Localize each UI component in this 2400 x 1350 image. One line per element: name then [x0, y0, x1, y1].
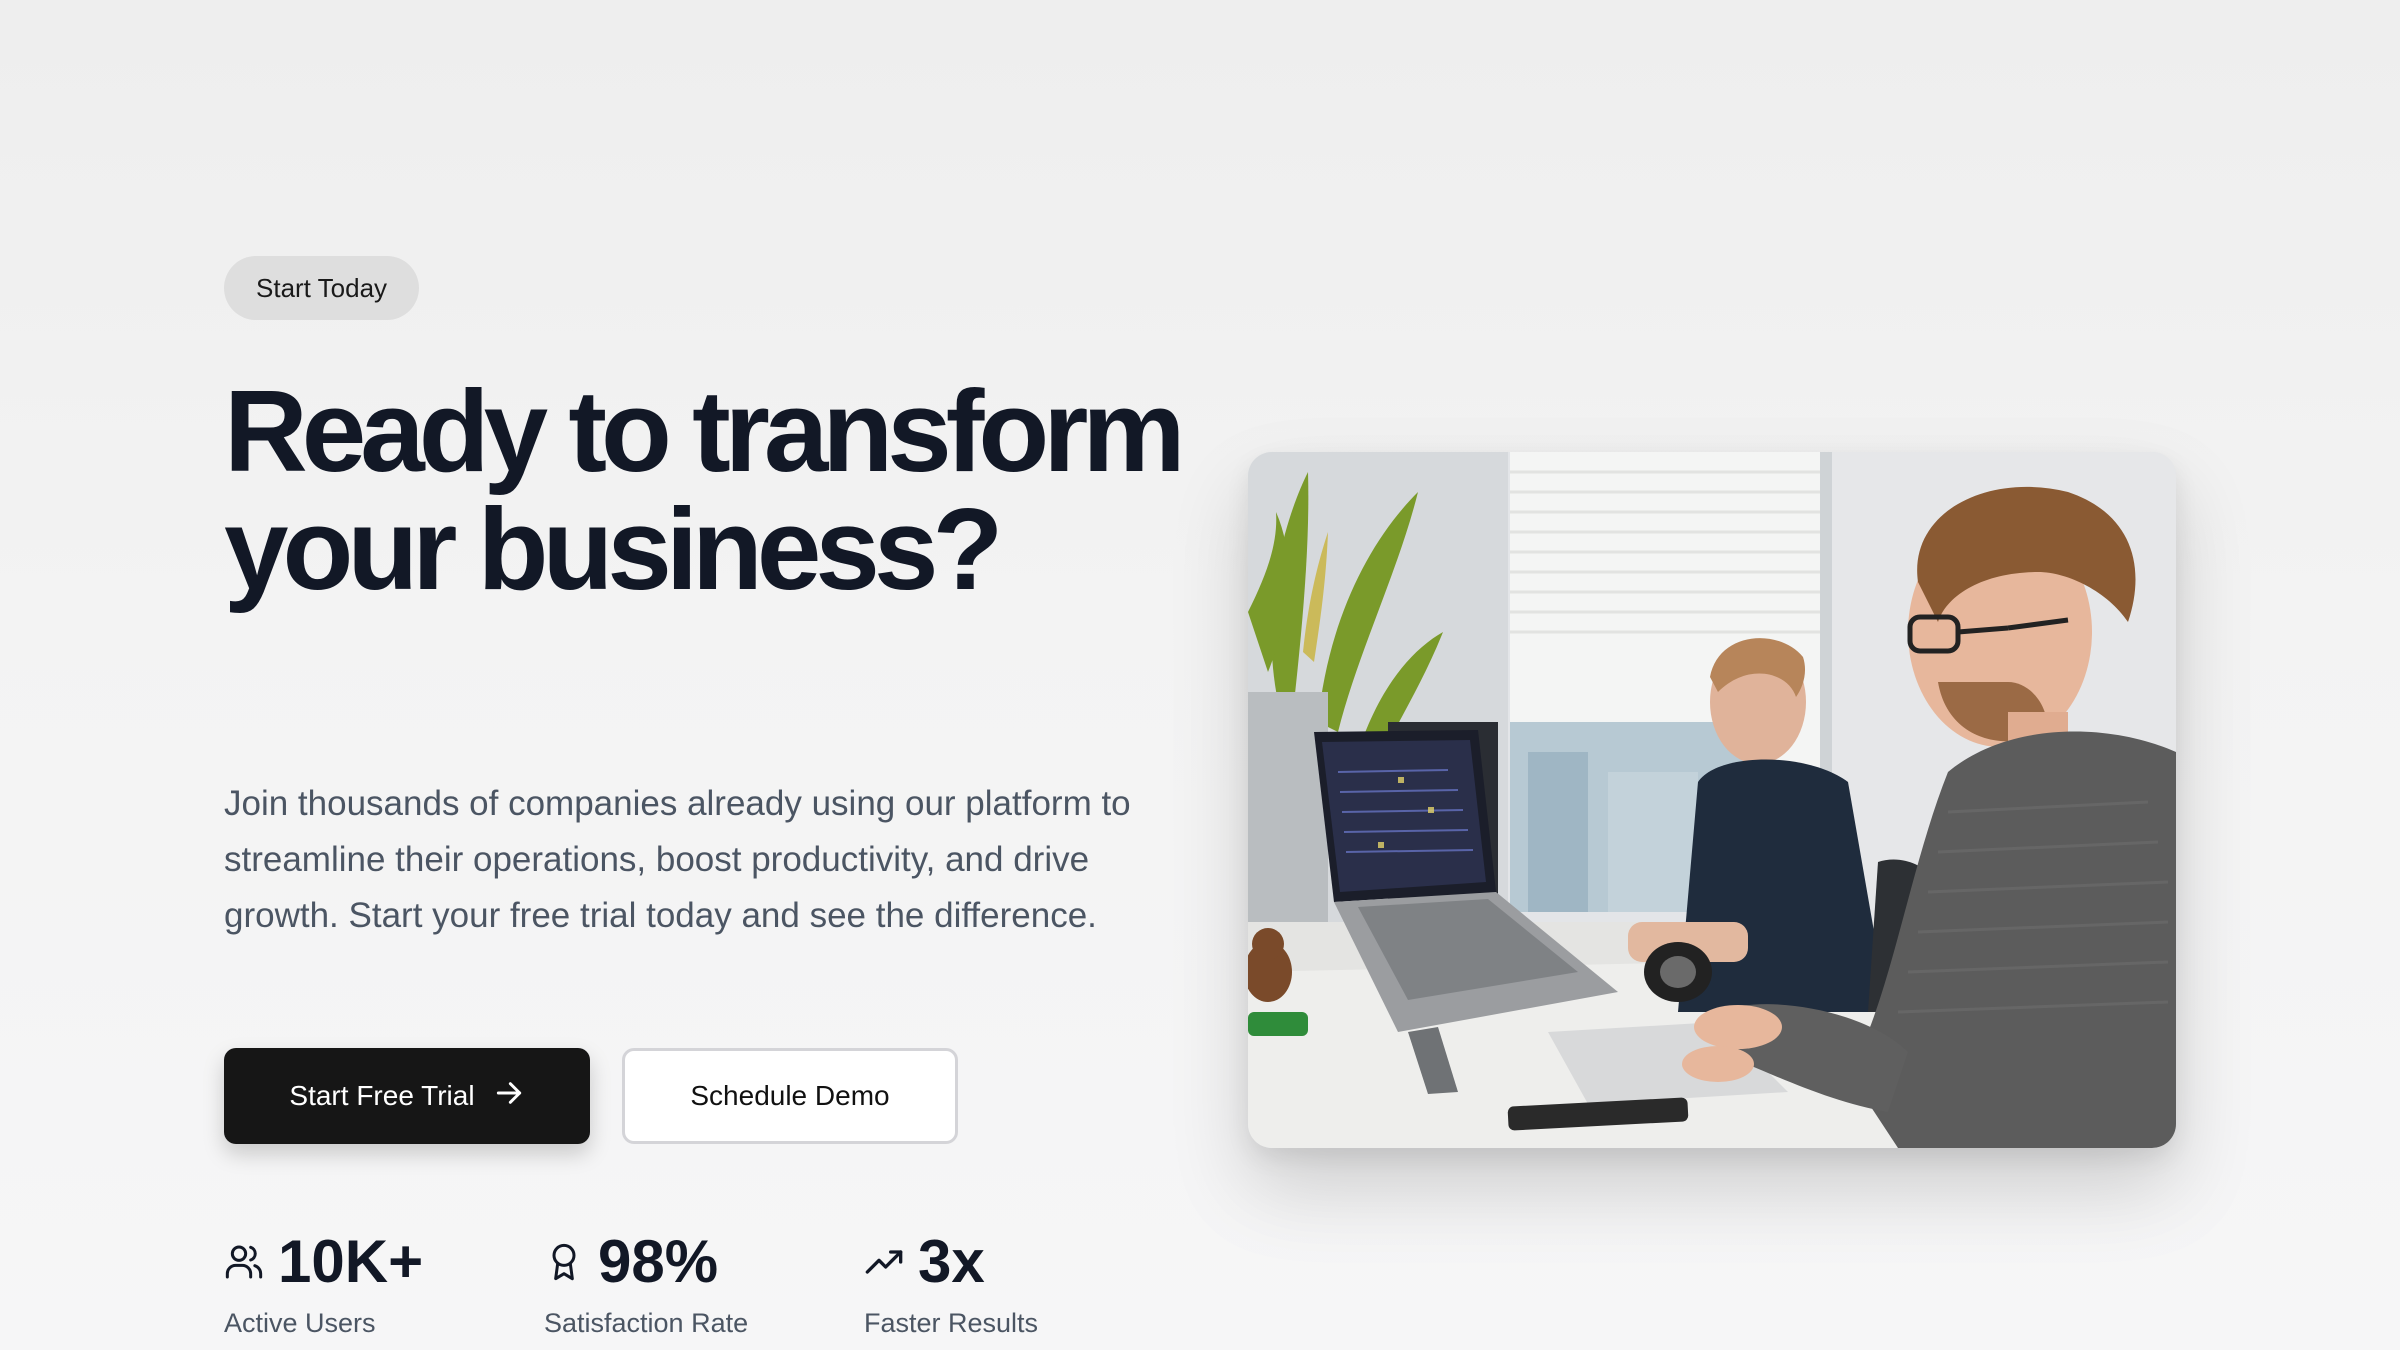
stat-value: 10K+	[278, 1228, 424, 1295]
stat-value: 98%	[598, 1228, 719, 1295]
stat-label: Satisfaction Rate	[544, 1308, 749, 1338]
start-free-trial-label: Start Free Trial	[289, 1080, 475, 1111]
start-today-badge: Start Today	[224, 256, 420, 320]
users-icon	[224, 1242, 264, 1282]
award-icon	[544, 1242, 584, 1282]
schedule-demo-button[interactable]: Schedule Demo	[622, 1048, 958, 1144]
stat-active-users: 10K+ Active Users	[224, 1222, 524, 1339]
stat-label: Faster Results	[864, 1308, 1039, 1338]
start-free-trial-button[interactable]: Start Free Trial	[224, 1048, 590, 1144]
trending-up-icon	[864, 1242, 904, 1282]
arrow-right-icon	[493, 1077, 525, 1116]
stat-value: 3x	[918, 1228, 985, 1295]
stat-satisfaction-rate: 98% Satisfaction Rate	[544, 1222, 844, 1339]
hero-photo	[1248, 452, 2176, 1148]
stat-label: Active Users	[224, 1308, 376, 1338]
hero-headline: Ready to transform your business?	[224, 366, 1186, 614]
hero-description: Join thousands of companies already usin…	[224, 784, 1131, 935]
stat-faster-results: 3x Faster Results	[864, 1222, 1164, 1339]
